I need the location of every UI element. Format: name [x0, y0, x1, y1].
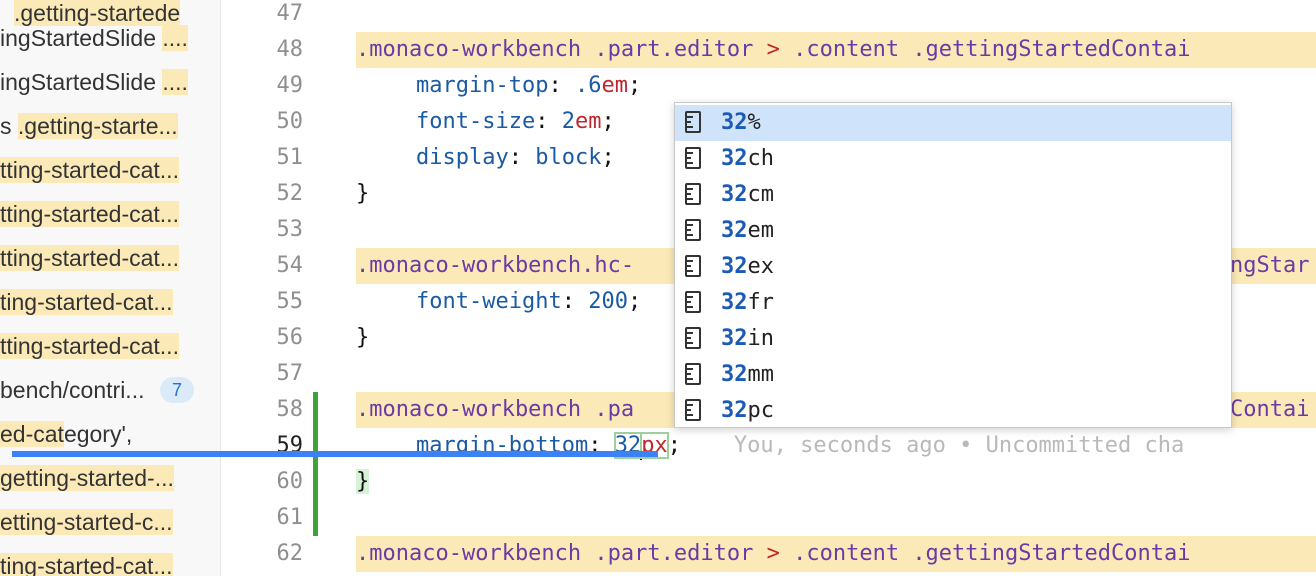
file-path-label: bench/contri... — [0, 377, 145, 403]
code-line-56: } — [356, 325, 370, 350]
code-line-52: } — [356, 181, 370, 206]
suggest-widget[interactable]: 32% 32ch 32cm 32em 32ex 32fr 32in 32mm 3… — [674, 102, 1232, 428]
code-line-51: display: block; — [416, 145, 615, 170]
line-number: 55 — [276, 289, 304, 314]
unit-ruler-icon — [685, 147, 701, 169]
line-number: 61 — [276, 505, 304, 530]
suggest-item[interactable]: 32ch — [675, 141, 1231, 177]
suggest-item[interactable]: 32ex — [675, 249, 1231, 285]
suggest-item[interactable]: 32in — [675, 321, 1231, 357]
suggest-item[interactable]: 32% — [675, 105, 1231, 141]
line-number: 62 — [276, 541, 304, 566]
code-line-58-tail: Contai — [1230, 392, 1316, 428]
unit-ruler-icon — [685, 183, 701, 205]
unit-ruler-icon — [685, 363, 701, 385]
search-result-item[interactable]: ed-category', — [0, 416, 132, 452]
code-line-59: margin-bottom: 32px; You, seconds ago • … — [416, 432, 1185, 460]
line-number: 53 — [276, 217, 304, 242]
search-result-item[interactable]: ting-started-cat... — [0, 284, 173, 320]
drag-indicator-line — [12, 451, 658, 457]
search-result-item[interactable]: ingStartedSlide .... — [0, 20, 188, 56]
search-result-item[interactable]: ting-started-cat... — [0, 548, 173, 576]
code-line-50: font-size: 2em; — [416, 109, 615, 134]
line-number: 56 — [276, 325, 304, 350]
code-line-60: } — [356, 469, 370, 494]
code-line-54-tail: ngStar — [1230, 248, 1316, 284]
line-number: 51 — [276, 145, 304, 170]
suggest-item[interactable]: 32em — [675, 213, 1231, 249]
unit-ruler-icon — [685, 111, 701, 133]
unit-ruler-icon — [685, 291, 701, 313]
line-number: 47 — [276, 1, 304, 26]
search-result-file[interactable]: bench/contri... 7 — [0, 372, 220, 408]
match-count-badge: 7 — [160, 377, 194, 403]
search-result-item[interactable]: s .getting-starte... — [0, 108, 178, 144]
code-line-58: .monaco-workbench .pa — [356, 392, 676, 428]
code-line-54: .monaco-workbench.hc- — [356, 248, 676, 284]
suggest-item[interactable]: 32cm — [675, 177, 1231, 213]
search-results-panel: .getting-startede ingStartedSlide .... i… — [0, 0, 221, 576]
line-number: 57 — [276, 361, 304, 386]
line-number: 52 — [276, 181, 304, 206]
line-number: 50 — [276, 109, 304, 134]
line-number: 49 — [276, 73, 304, 98]
search-result-item[interactable]: ingStartedSlide .... — [0, 64, 188, 100]
unit-ruler-icon — [685, 255, 701, 277]
unit-ruler-icon — [685, 327, 701, 349]
line-number: 58 — [276, 397, 304, 422]
git-blame-annotation: You, seconds ago • Uncommitted cha — [733, 433, 1185, 458]
git-added-indicator[interactable] — [313, 392, 318, 536]
code-line-49: margin-top: .6em; — [416, 73, 642, 98]
search-result-item[interactable]: tting-started-cat... — [0, 196, 179, 232]
code-line-48: .monaco-workbench .part.editor > .conten… — [356, 32, 1316, 68]
suggest-item[interactable]: 32mm — [675, 357, 1231, 393]
code-line-55: font-weight: 200; — [416, 289, 642, 314]
line-number: 48 — [276, 37, 304, 62]
search-result-item[interactable]: tting-started-cat... — [0, 152, 179, 188]
code-line-62: .monaco-workbench .part.editor > .conten… — [356, 536, 1316, 572]
line-number-gutter: 47 48 49 50 51 52 53 54 55 56 57 58 59 6… — [221, 0, 311, 576]
line-number-active: 59 — [276, 433, 304, 458]
search-result-item[interactable]: tting-started-cat... — [0, 328, 179, 364]
search-result-item[interactable]: etting-started-c... — [0, 504, 173, 540]
line-number: 60 — [276, 469, 304, 494]
search-result-item[interactable]: getting-started-... — [0, 460, 174, 496]
line-number: 54 — [276, 253, 304, 278]
suggest-item[interactable]: 32pc — [675, 393, 1231, 427]
suggest-item[interactable]: 32fr — [675, 285, 1231, 321]
unit-ruler-icon — [685, 219, 701, 241]
unit-ruler-icon — [685, 399, 701, 421]
search-result-item[interactable]: tting-started-cat... — [0, 240, 179, 276]
